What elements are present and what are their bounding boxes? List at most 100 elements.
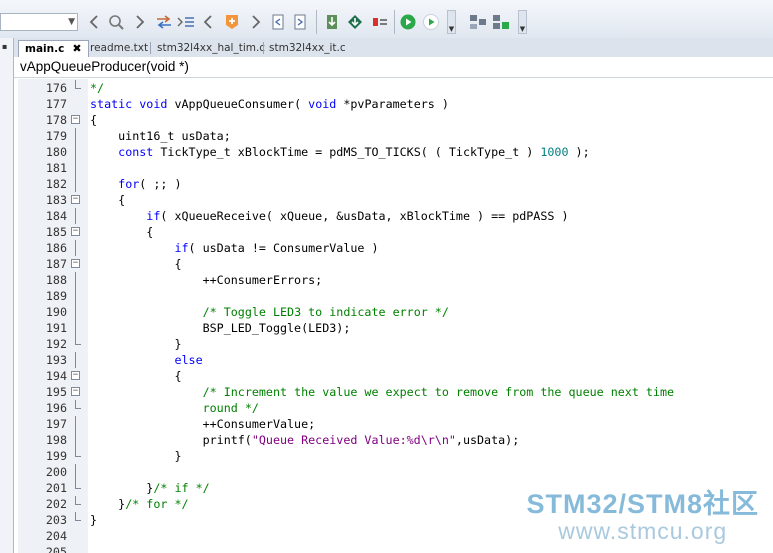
code-text: round */ [202,401,259,415]
line-number: 188 [45,273,67,287]
next-bookmark-icon[interactable] [246,12,266,32]
layout-icon[interactable] [468,12,488,32]
code-line[interactable]: 194− { [18,368,773,384]
line-number: 198 [45,433,67,447]
debug-config-icon[interactable] [370,12,390,32]
code-line[interactable]: 179 uint16_t usData; [18,128,773,144]
code-line[interactable]: 199 } [18,448,773,464]
code-text: const TickType_t xBlockTime = pdMS_TO_TI… [118,145,590,159]
toolbar-overflow-button[interactable]: ▼ [447,10,456,34]
line-number: 189 [45,289,67,303]
line-number: 185 [45,225,67,239]
line-number: 195 [45,385,67,399]
back-arrow-icon[interactable] [84,12,104,32]
fold-end-marker [75,400,81,409]
line-number: 181 [45,161,67,175]
fold-guide [75,288,76,304]
next-document-icon[interactable] [290,12,310,32]
fold-toggle-icon[interactable]: − [71,387,80,396]
fold-guide [75,272,76,288]
line-number: 180 [45,145,67,159]
fold-guide [75,464,76,480]
line-number: 191 [45,321,67,335]
tab-stm32l4xx-it-c[interactable]: stm32l4xx_it.c [263,40,352,57]
fold-guide [75,144,76,160]
code-text: } [90,513,98,527]
fold-guide [75,352,76,368]
tab-label: stm32l4xx_hal_tim.c [157,42,266,54]
code-text: }/* for */ [90,497,189,511]
code-line[interactable]: 183− { [18,192,773,208]
code-line[interactable]: 182 for( ;; ) [18,176,773,192]
pin-icon[interactable]: ▪ [2,42,7,51]
configuration-combo[interactable]: ▼ [0,13,78,31]
code-line[interactable]: 189 [18,288,773,304]
tab-label: stm32l4xx_it.c [269,42,346,54]
code-line[interactable]: 197 ++ConsumerValue; [18,416,773,432]
fold-end-marker [75,512,81,521]
code-line[interactable]: 188 ++ConsumerErrors; [18,272,773,288]
workspace-pane-edge[interactable]: ▪ [0,38,14,553]
prev-bookmark-icon[interactable] [198,12,218,32]
code-text: ++ConsumerErrors; [90,273,323,287]
function-navigation-bar[interactable]: vAppQueueProducer(void *) [14,57,773,78]
bookmark-icon[interactable] [222,12,242,32]
forward-arrow-icon[interactable] [130,12,150,32]
code-text: { [90,257,182,271]
code-line[interactable]: 200 [18,464,773,480]
fold-guide [75,160,76,176]
code-line[interactable]: 178− { [18,112,773,128]
flash-download-icon[interactable] [345,12,365,32]
toolbar-divider [316,10,317,34]
code-text: for( ;; ) [118,177,182,191]
code-line[interactable]: 185− { [18,224,773,240]
toolbar-divider [394,10,395,34]
code-line[interactable]: 198 printf("Queue Received Value:%d\r\n"… [18,432,773,448]
code-line[interactable]: 205 [18,544,773,553]
code-text: BSP_LED_Toggle(LED3); [90,321,351,335]
fold-end-marker [75,336,81,345]
tab-readme-txt[interactable]: readme.txt [84,40,154,57]
fold-toggle-icon[interactable]: − [71,259,80,268]
code-line[interactable]: 177 static void vAppQueueConsumer( void *… [18,96,773,112]
code-line[interactable]: 191 BSP_LED_Toggle(LED3); [18,320,773,336]
code-line[interactable]: 190 /* Toggle LED3 to indicate error */ [18,304,773,320]
code-line[interactable]: 192 } [18,336,773,352]
tab-main-c[interactable]: main.c ✖ [18,40,89,57]
code-text: { [90,369,182,383]
line-number: 197 [45,417,67,431]
code-line[interactable]: 181 [18,160,773,176]
code-text: static void vAppQueueConsumer( void *pvP… [90,97,449,111]
code-line[interactable]: 186 if( usData != ConsumerValue ) [18,240,773,256]
code-line[interactable]: 180 const TickType_t xBlockTime = pdMS_T… [18,144,773,160]
outline-icon[interactable] [176,12,196,32]
code-line[interactable]: 176 */ [18,80,773,96]
code-editor[interactable]: 176 */ 177 static void vAppQueueConsumer( v… [18,79,773,553]
layout-add-icon[interactable] [491,12,511,32]
code-line[interactable]: 184 if( xQueueReceive( xQueue, &usData, … [18,208,773,224]
run-icon[interactable] [398,12,418,32]
tab-stm32l4xx-hal-tim-c[interactable]: stm32l4xx_hal_tim.c [151,40,271,57]
run-step-icon[interactable] [421,12,441,32]
line-number: 184 [45,209,67,223]
code-line[interactable]: 195− /* Increment the value we expect to… [18,384,773,400]
code-line[interactable]: 193 else [18,352,773,368]
fold-toggle-icon[interactable]: − [71,115,80,124]
code-line[interactable]: 187− { [18,256,773,272]
line-number: 200 [45,465,67,479]
code-text: }/* if */ [90,481,210,495]
fold-toggle-icon[interactable]: − [71,195,80,204]
find-references-icon[interactable] [154,12,174,32]
code-line[interactable]: 196 round */ [18,400,773,416]
line-number: 182 [45,177,67,191]
fold-toggle-icon[interactable]: − [71,227,80,236]
download-icon[interactable] [322,12,342,32]
line-number: 178 [45,113,67,127]
close-icon[interactable]: ✖ [72,42,81,55]
prev-document-icon[interactable] [268,12,288,32]
toolbar-overflow-button[interactable]: ▼ [518,10,527,34]
code-text: printf("Queue Received Value:%d\r\n",usD… [90,433,520,447]
chevron-down-icon[interactable]: ▼ [68,14,75,31]
fold-toggle-icon[interactable]: − [71,371,80,380]
search-icon[interactable] [106,12,126,32]
